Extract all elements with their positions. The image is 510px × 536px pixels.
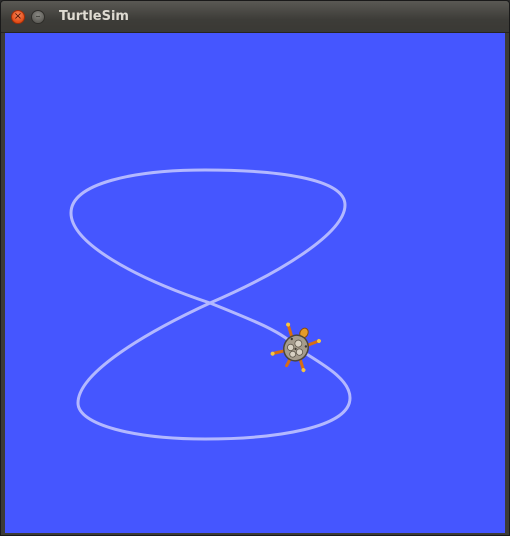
canvas-svg: [69, 168, 352, 441]
title-bar[interactable]: × – TurtleSim: [1, 1, 509, 33]
turtlesim-window: × – TurtleSim: [0, 0, 510, 536]
minimize-icon: –: [35, 11, 41, 22]
minimize-window-button[interactable]: –: [31, 10, 45, 24]
pen-trail: [69, 168, 352, 441]
turtle-icon: [270, 322, 321, 373]
close-window-button[interactable]: ×: [11, 10, 25, 24]
turtle-canvas: [5, 33, 505, 533]
window-title: TurtleSim: [59, 9, 129, 24]
close-icon: ×: [13, 11, 23, 22]
